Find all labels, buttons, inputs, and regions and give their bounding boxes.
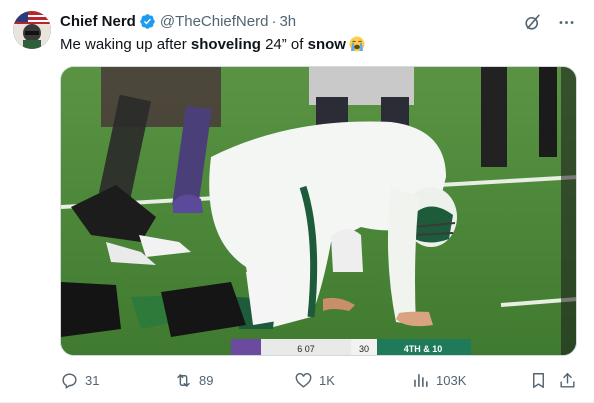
- user-handle[interactable]: @TheChiefNerd: [160, 13, 269, 30]
- share-button[interactable]: [558, 369, 577, 391]
- like-button[interactable]: 1K: [294, 369, 335, 391]
- reply-count: 31: [85, 372, 100, 388]
- loudly-crying-face-icon: [349, 36, 365, 52]
- scoreboard-down: 4TH & 10: [404, 344, 443, 354]
- like-icon: [295, 372, 312, 388]
- more-icon[interactable]: [556, 12, 576, 32]
- scoreboard-clock: 6 07: [297, 344, 315, 354]
- like-count: 1K: [319, 372, 335, 388]
- views-button[interactable]: 103K: [411, 369, 466, 391]
- top-actions: [522, 12, 576, 32]
- share-icon: [560, 372, 575, 388]
- separator-dot: ·: [271, 12, 277, 30]
- tweet-text-part: Me waking up after: [60, 36, 191, 53]
- grok-icon[interactable]: [522, 12, 542, 32]
- repost-count: 89: [199, 372, 214, 388]
- avatar[interactable]: [13, 11, 51, 49]
- tweet-card[interactable]: Chief Nerd @TheChiefNerd · 3h Me waking …: [0, 0, 594, 403]
- scoreboard-playclock: 30: [359, 344, 369, 354]
- tweet-text: Me waking up after shoveling 24” of snow: [60, 35, 365, 55]
- reply-icon: [62, 372, 77, 389]
- tweet-media-video[interactable]: 6 07 30 4TH & 10: [60, 66, 577, 356]
- tweet-text-part: 24” of: [260, 36, 308, 53]
- tweet-header: Chief Nerd @TheChiefNerd · 3h: [60, 11, 296, 31]
- tweet-text-bold: shoveling: [190, 36, 261, 53]
- display-name[interactable]: Chief Nerd: [60, 13, 136, 30]
- repost-icon: [177, 373, 190, 387]
- tweet-actions: 31 89 1K 103K: [60, 369, 580, 391]
- tweet-text-bold: snow: [307, 36, 346, 53]
- verified-badge-icon: [139, 13, 156, 30]
- bookmark-button[interactable]: [529, 369, 548, 391]
- reply-button[interactable]: 31: [60, 369, 99, 391]
- timestamp[interactable]: 3h: [279, 13, 296, 30]
- views-count: 103K: [436, 372, 467, 388]
- views-icon: [414, 373, 428, 387]
- bookmark-icon: [533, 372, 544, 388]
- repost-button[interactable]: 89: [174, 369, 213, 391]
